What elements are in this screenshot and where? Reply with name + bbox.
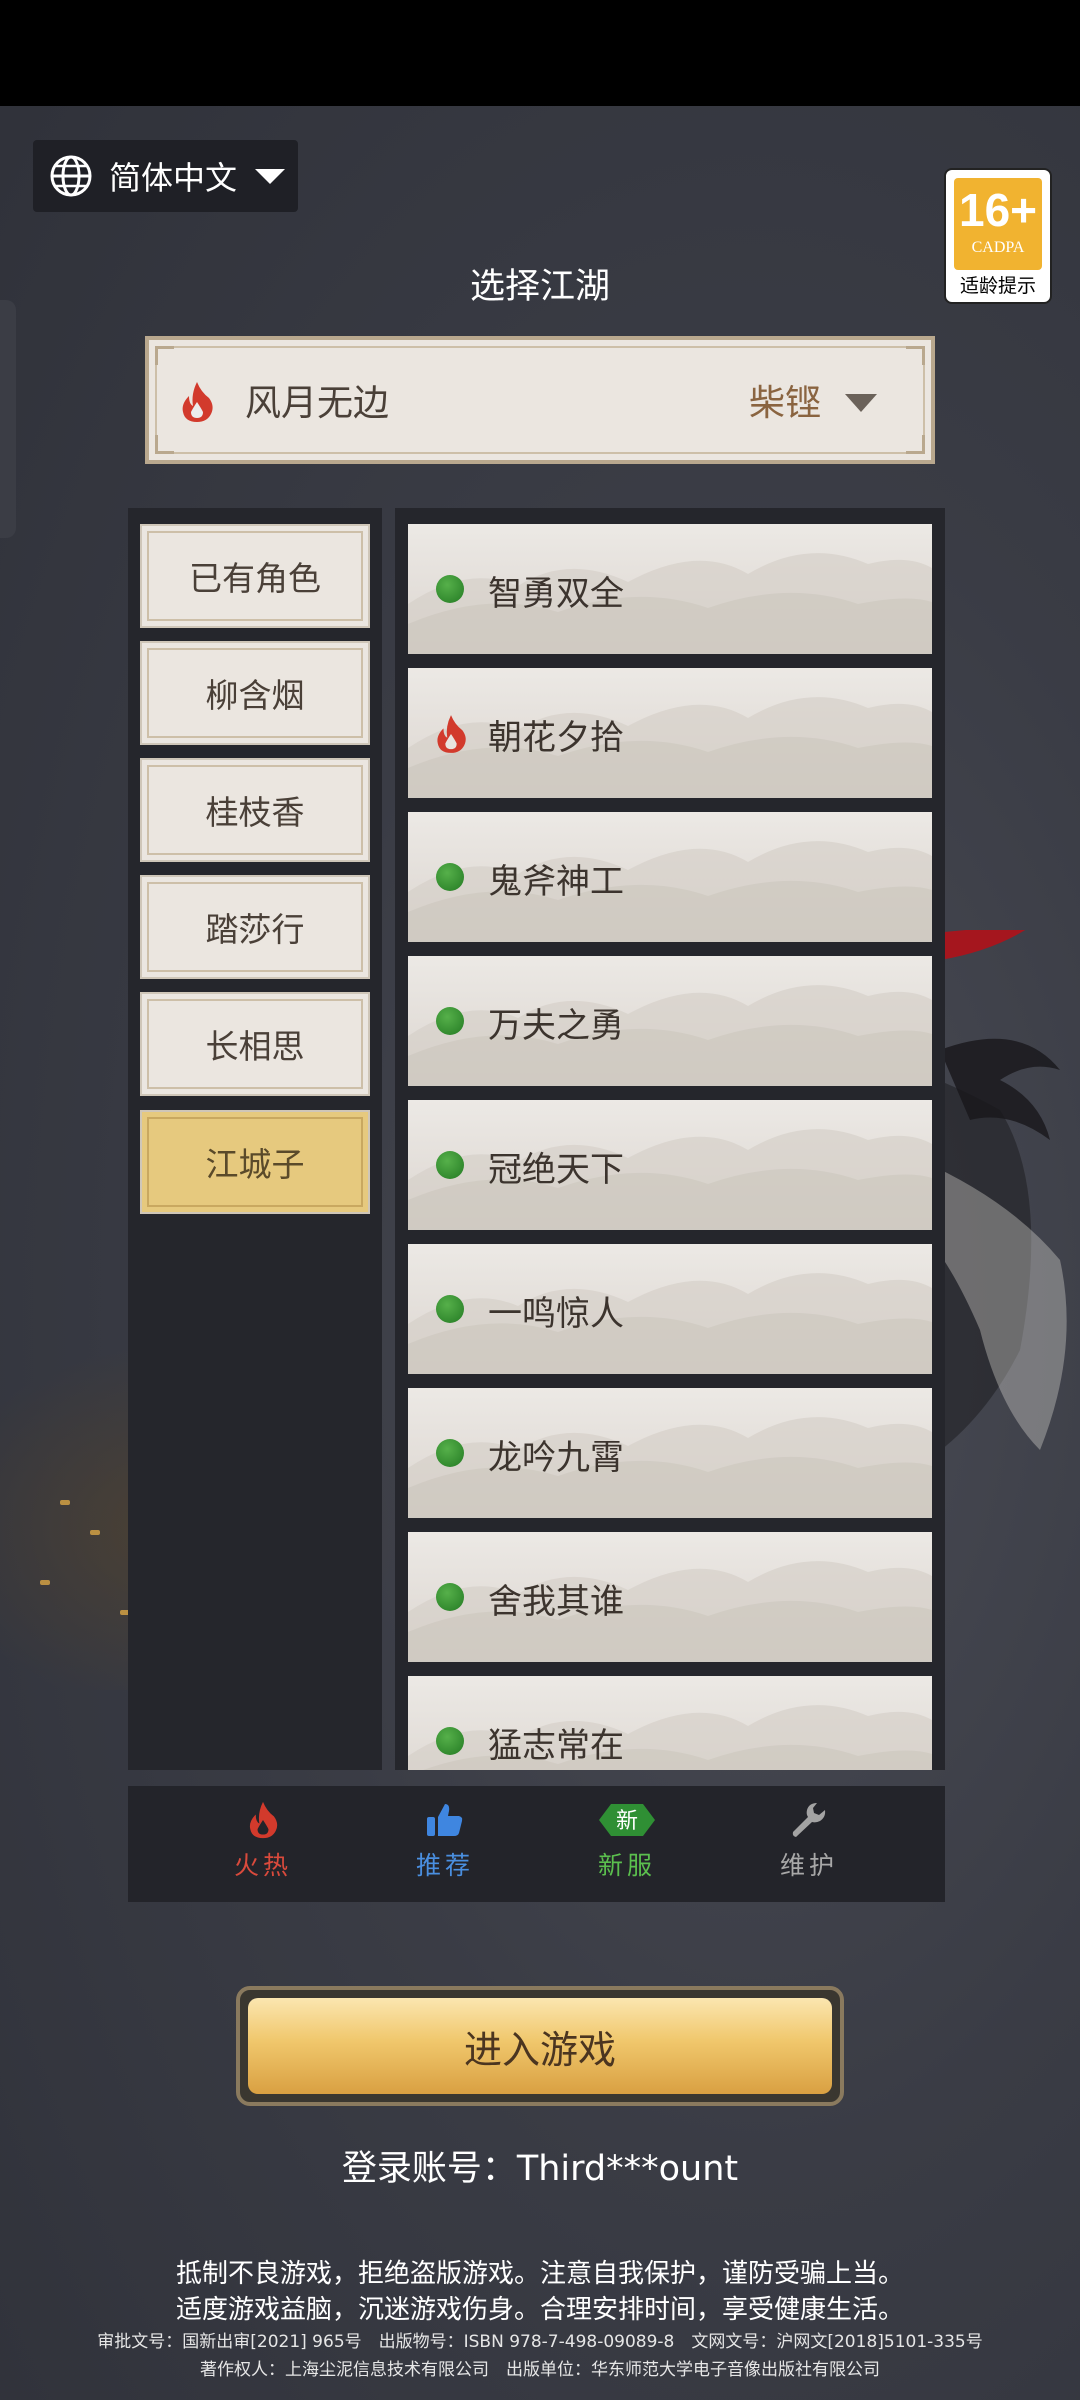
category-label: 柳含烟: [205, 676, 305, 715]
server-status-legend: 火热 推荐 新 新服 维护: [128, 1786, 945, 1902]
tab-new-server[interactable]: 新 新服: [572, 1800, 682, 1890]
server-item[interactable]: 冠绝天下: [408, 1100, 932, 1230]
chevron-down-icon: [255, 168, 286, 184]
tab-recommended[interactable]: 推荐: [390, 1800, 500, 1890]
notice-line: 抵制不良游戏，拒绝盗版游戏。注意自我保护，谨防受骗上当。: [175, 2259, 904, 2289]
server-name: 智勇双全: [488, 574, 624, 614]
category-item[interactable]: 柳含烟: [140, 641, 370, 745]
category-item[interactable]: 踏莎行: [140, 875, 370, 979]
new-badge-text: 新: [616, 1809, 638, 1834]
server-category-list: 已有角色 柳含烟 桂枝香 踏莎行 长相思 江城子: [128, 508, 382, 1770]
age-rating-number: 16+: [958, 184, 1038, 236]
category-label: 已有角色: [189, 559, 321, 598]
server-name: 鬼斧神工: [488, 862, 624, 902]
selected-server-district: 柴铿: [749, 383, 822, 424]
server-item[interactable]: 智勇双全: [408, 524, 932, 654]
selected-server-dropdown[interactable]: 风月无边 柴铿: [145, 336, 935, 464]
enter-game-button[interactable]: 进入游戏: [236, 1986, 844, 2106]
account-label: 登录账号：: [341, 2149, 517, 2189]
language-label: 简体中文: [109, 159, 238, 197]
online-status-icon: [436, 863, 464, 891]
enter-game-label: 进入游戏: [463, 2027, 616, 2072]
fire-icon: [249, 1801, 278, 1839]
category-item[interactable]: 长相思: [140, 992, 370, 1096]
server-item[interactable]: 猛志常在: [408, 1676, 932, 1770]
legal-info: 审批文号：国新出审[2021] 965号 出版物号：ISBN 978-7-498…: [0, 2328, 1080, 2384]
category-item-active[interactable]: 江城子: [140, 1110, 370, 1214]
side-drawer-handle[interactable]: [0, 300, 16, 538]
chevron-down-icon: [845, 394, 877, 412]
online-status-icon: [436, 1727, 464, 1755]
language-selector[interactable]: 简体中文: [33, 140, 298, 212]
online-status-icon: [436, 1439, 464, 1467]
fire-icon: [437, 715, 466, 753]
age-rating-org: CADPA: [971, 239, 1025, 256]
fire-icon: [182, 382, 213, 422]
category-label: 桂枝香: [205, 793, 305, 832]
login-account: 登录账号：Third***ount: [0, 2140, 1080, 2191]
tab-maintenance[interactable]: 维护: [754, 1800, 864, 1890]
category-label: 踏莎行: [205, 910, 305, 949]
server-name: 朝花夕拾: [488, 718, 624, 758]
selected-server-name: 风月无边: [245, 383, 390, 424]
category-item-existing-roles[interactable]: 已有角色: [140, 524, 370, 628]
server-name: 龙吟九霄: [488, 1438, 624, 1478]
online-status-icon: [436, 1295, 464, 1323]
category-label: 江城子: [205, 1145, 305, 1184]
thumbs-up-icon: [427, 1804, 463, 1836]
tab-label: 推荐: [415, 1851, 474, 1880]
server-name: 冠绝天下: [488, 1150, 624, 1190]
health-notice: 抵制不良游戏，拒绝盗版游戏。注意自我保护，谨防受骗上当。 适度游戏益脑，沉迷游戏…: [0, 2256, 1080, 2328]
status-bar: [0, 0, 1080, 106]
server-name: 舍我其谁: [488, 1582, 624, 1622]
server-item[interactable]: 鬼斧神工: [408, 812, 932, 942]
page-title: 选择江湖: [469, 267, 610, 307]
notice-line: 适度游戏益脑，沉迷游戏伤身。合理安排时间，享受健康生活。: [175, 2295, 904, 2325]
server-item[interactable]: 一鸣惊人: [408, 1244, 932, 1374]
server-name: 万夫之勇: [488, 1006, 624, 1046]
tab-label: 火热: [233, 1851, 292, 1880]
account-value: Third***ount: [516, 2149, 739, 2189]
legal-line: 著作权人：上海尘泥信息技术有限公司 出版单位：华东师范大学电子音像出版社有限公司: [200, 2360, 880, 2380]
server-list[interactable]: 智勇双全朝花夕拾鬼斧神工万夫之勇冠绝天下一鸣惊人龙吟九霄舍我其谁猛志常在: [395, 508, 945, 1770]
online-status-icon: [436, 1007, 464, 1035]
server-item[interactable]: 万夫之勇: [408, 956, 932, 1086]
tab-label: 维护: [779, 1851, 838, 1880]
server-item[interactable]: 舍我其谁: [408, 1532, 932, 1662]
online-status-icon: [436, 1151, 464, 1179]
new-badge-icon: 新: [599, 1804, 655, 1836]
tab-hot[interactable]: 火热: [208, 1800, 318, 1890]
globe-icon: [50, 155, 92, 197]
category-item[interactable]: 桂枝香: [140, 758, 370, 862]
wrench-icon: [792, 1803, 826, 1837]
legal-line: 审批文号：国新出审[2021] 965号 出版物号：ISBN 978-7-498…: [97, 2332, 983, 2352]
server-name: 一鸣惊人: [488, 1294, 624, 1334]
server-item[interactable]: 朝花夕拾: [408, 668, 932, 798]
online-status-icon: [436, 1583, 464, 1611]
server-name: 猛志常在: [488, 1726, 624, 1766]
server-item[interactable]: 龙吟九霄: [408, 1388, 932, 1518]
tab-label: 新服: [597, 1851, 656, 1880]
category-label: 长相思: [205, 1027, 305, 1066]
online-status-icon: [436, 575, 464, 603]
